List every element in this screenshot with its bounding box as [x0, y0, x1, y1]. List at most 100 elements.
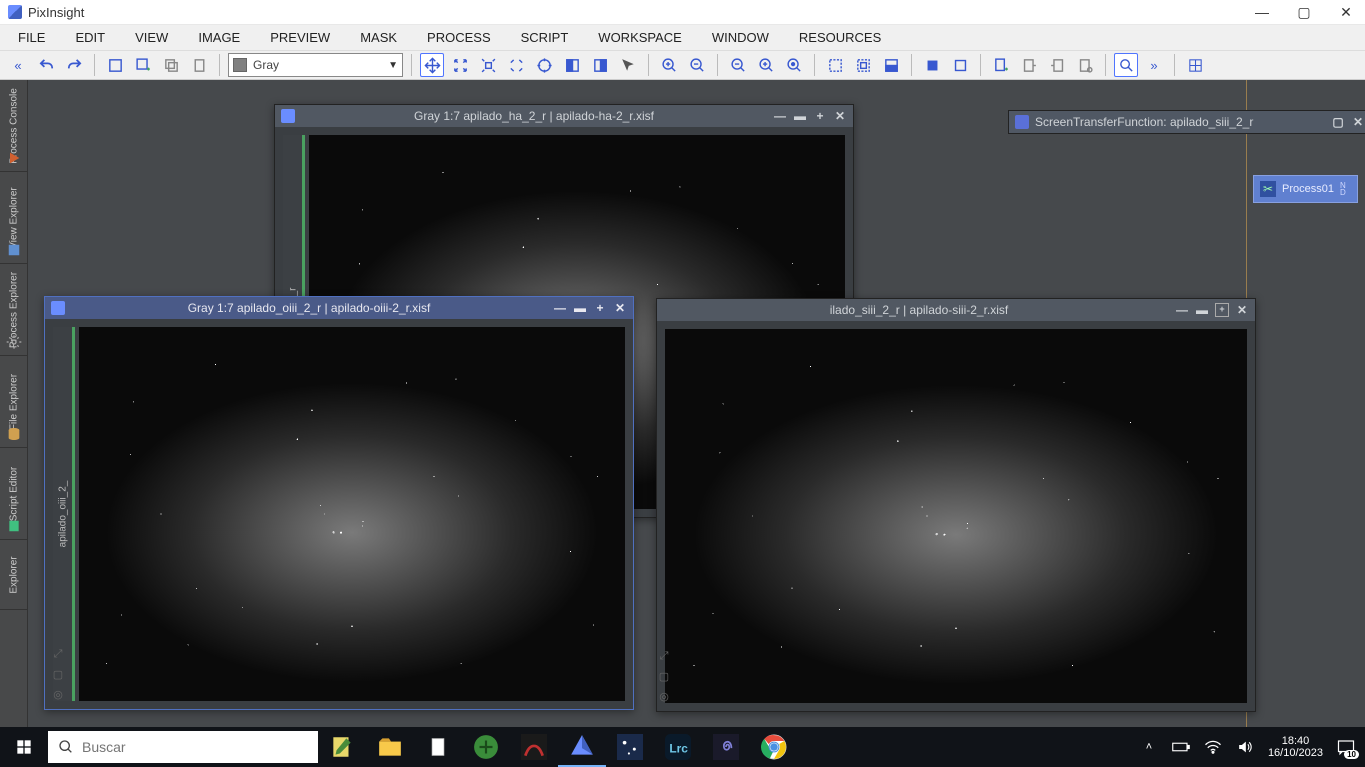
more-right-icon[interactable]: »: [1142, 53, 1166, 77]
win-maximize-button[interactable]: +: [593, 301, 607, 315]
menu-workspace[interactable]: WORKSPACE: [584, 26, 696, 49]
side-tab-explorer[interactable]: Explorer: [0, 540, 27, 610]
paste-button[interactable]: [187, 53, 211, 77]
menu-preview[interactable]: PREVIEW: [256, 26, 344, 49]
side-tool-circle-icon[interactable]: ◎: [49, 685, 67, 703]
zoom-out2-button[interactable]: [726, 53, 750, 77]
taskbar-app-red[interactable]: [510, 727, 558, 767]
taskbar-app-doc[interactable]: [414, 727, 462, 767]
zoom-out-button[interactable]: [685, 53, 709, 77]
taskbar-app-stars[interactable]: [606, 727, 654, 767]
half-right-button[interactable]: [588, 53, 612, 77]
win-shade-button[interactable]: ▬: [573, 301, 587, 315]
side-tab-file-explorer[interactable]: File Explorer: [0, 356, 27, 448]
menu-script[interactable]: SCRIPT: [507, 26, 583, 49]
grid-button[interactable]: [1183, 53, 1207, 77]
copy-button[interactable]: [159, 53, 183, 77]
menu-image[interactable]: IMAGE: [184, 26, 254, 49]
stf-close-button[interactable]: ✕: [1351, 115, 1365, 129]
side-tool-circle-icon[interactable]: ◎: [655, 687, 673, 705]
taskbar-search-input[interactable]: [82, 739, 308, 755]
win-close-button[interactable]: ✕: [833, 109, 847, 123]
tray-battery-icon[interactable]: [1172, 738, 1190, 756]
win-close-button[interactable]: ✕: [613, 301, 627, 315]
tray-wifi-icon[interactable]: [1204, 738, 1222, 756]
move-tool-button[interactable]: [420, 53, 444, 77]
menu-process[interactable]: PROCESS: [413, 26, 505, 49]
taskbar-app-notepad[interactable]: [318, 727, 366, 767]
side-tab-process-explorer[interactable]: Process Explorer: [0, 264, 27, 356]
taskbar-app-explorer[interactable]: [366, 727, 414, 767]
win-minimize-button[interactable]: —: [1175, 303, 1189, 317]
tray-clock[interactable]: 18:40 16/10/2023: [1268, 735, 1323, 759]
stf-window[interactable]: ScreenTransferFunction: apilado_siii_2_r…: [1008, 110, 1365, 134]
menu-file[interactable]: FILE: [4, 26, 59, 49]
side-tool-square-icon[interactable]: ▢: [655, 667, 673, 685]
astro-image-oiii[interactable]: [79, 327, 625, 701]
more-left-icon[interactable]: «: [6, 53, 30, 77]
doc-plus-button[interactable]: [989, 53, 1013, 77]
taskbar-app-spiral[interactable]: [702, 727, 750, 767]
side-tool-square-icon[interactable]: ▢: [49, 665, 67, 683]
taskbar-app-lrc[interactable]: Lrc: [654, 727, 702, 767]
select1-button[interactable]: [823, 53, 847, 77]
side-tab-process-console[interactable]: Process Console: [0, 80, 27, 172]
menu-resources[interactable]: RESOURCES: [785, 26, 895, 49]
taskbar-app-pixinsight[interactable]: [558, 727, 606, 767]
side-tab-view-explorer[interactable]: View Explorer: [0, 172, 27, 264]
tray-sound-icon[interactable]: [1236, 738, 1254, 756]
undo-button[interactable]: [34, 53, 58, 77]
stf-restore-button[interactable]: ▢: [1331, 115, 1345, 129]
fit-all-button[interactable]: [448, 53, 472, 77]
start-button[interactable]: [0, 727, 48, 767]
win-shade-button[interactable]: ▬: [793, 109, 807, 123]
side-tool-expand-icon[interactable]: ⤢: [655, 647, 673, 665]
taskbar-search[interactable]: [48, 731, 318, 763]
taskbar-apps: Lrc: [318, 727, 798, 767]
menu-view[interactable]: VIEW: [121, 26, 182, 49]
probe-button[interactable]: [1114, 53, 1138, 77]
zoom-in-button[interactable]: [657, 53, 681, 77]
zoom-reset-button[interactable]: [782, 53, 806, 77]
process-chip[interactable]: ✂ Process01 ND: [1253, 175, 1358, 203]
center-button[interactable]: [476, 53, 500, 77]
new-plus-button[interactable]: [131, 53, 155, 77]
menu-window[interactable]: WINDOW: [698, 26, 783, 49]
pointer-button[interactable]: [616, 53, 640, 77]
taskbar-app-chrome[interactable]: [750, 727, 798, 767]
new-button[interactable]: [103, 53, 127, 77]
win-minimize-button[interactable]: —: [553, 301, 567, 315]
rect-dark-button[interactable]: [920, 53, 944, 77]
zoom-fit-button[interactable]: [754, 53, 778, 77]
win-shade-button[interactable]: ▬: [1195, 303, 1209, 317]
redo-button[interactable]: [62, 53, 86, 77]
menu-edit[interactable]: EDIT: [61, 26, 119, 49]
shrink-button[interactable]: [504, 53, 528, 77]
doc-back-button[interactable]: [1045, 53, 1069, 77]
taskbar-app-green[interactable]: [462, 727, 510, 767]
window-minimize-button[interactable]: —: [1251, 4, 1273, 21]
image-window-oiii[interactable]: Gray 1:7 apilado_oiii_2_r | apilado-oiii…: [44, 296, 634, 710]
workspace[interactable]: Gray 1:7 apilado_ha_2_r | apilado-ha-2_r…: [28, 80, 1365, 727]
win-close-button[interactable]: ✕: [1235, 303, 1249, 317]
color-mode-select[interactable]: Gray ▼: [228, 53, 403, 77]
half-left-button[interactable]: [560, 53, 584, 77]
window-close-button[interactable]: ✕: [1335, 4, 1357, 21]
window-maximize-button[interactable]: ▢: [1293, 4, 1315, 21]
target-button[interactable]: [532, 53, 556, 77]
side-tab-script-editor[interactable]: Script Editor: [0, 448, 27, 540]
rect-outline-button[interactable]: [948, 53, 972, 77]
tray-chevron-up-icon[interactable]: ˄: [1140, 738, 1158, 756]
tray-notifications-icon[interactable]: 10: [1337, 738, 1355, 756]
win-maximize-button[interactable]: +: [813, 109, 827, 123]
astro-image-siii[interactable]: [665, 329, 1247, 703]
select-half-button[interactable]: [879, 53, 903, 77]
win-minimize-button[interactable]: —: [773, 109, 787, 123]
doc-arrow-button[interactable]: [1017, 53, 1041, 77]
side-tool-expand-icon[interactable]: ⤢: [49, 645, 67, 663]
image-window-siii[interactable]: ilado_siii_2_r | apilado-siii-2_r.xisf —…: [656, 298, 1256, 712]
menu-mask[interactable]: MASK: [346, 26, 411, 49]
doc-lock-button[interactable]: [1073, 53, 1097, 77]
win-restore-button[interactable]: +: [1215, 303, 1229, 317]
select2-button[interactable]: [851, 53, 875, 77]
